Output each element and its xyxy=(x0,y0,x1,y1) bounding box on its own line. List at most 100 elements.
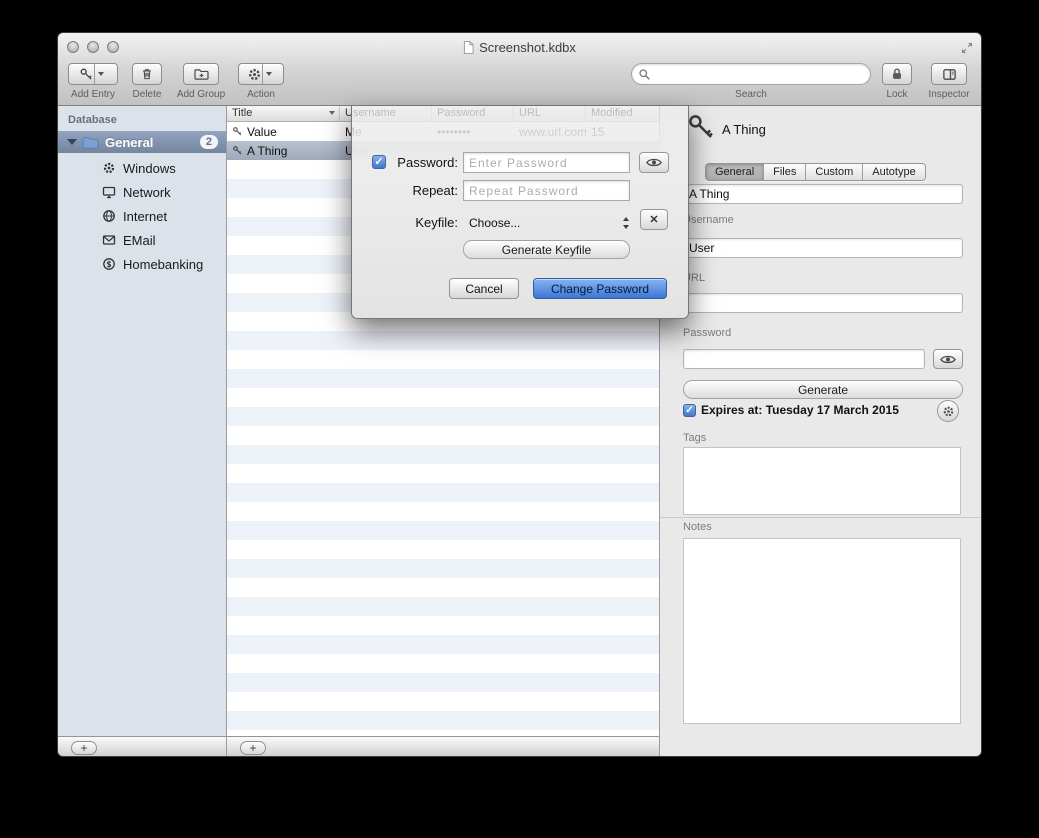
document-icon xyxy=(463,41,474,54)
tags-input[interactable] xyxy=(683,447,961,515)
toolbar-item-add-entry: Add Entry xyxy=(62,63,124,100)
add-entry-dropdown[interactable] xyxy=(94,64,107,84)
toolbar-item-action: Action xyxy=(234,63,288,100)
toolbar-item-search: Search xyxy=(631,63,871,100)
add-group-footer-button[interactable]: + xyxy=(71,741,97,755)
folder-plus-icon xyxy=(194,68,209,81)
notes-label: Notes xyxy=(683,521,712,533)
inspector-entry-title: A Thing xyxy=(722,122,766,137)
search-icon xyxy=(638,68,651,81)
stepper-arrows-icon xyxy=(622,216,630,230)
lock-button[interactable] xyxy=(882,63,912,85)
action-dropdown[interactable] xyxy=(262,64,275,84)
entry-title: A Thing xyxy=(247,144,287,158)
sheet-keyfile-label: Keyfile: xyxy=(388,212,458,233)
sidebar-item-label: Network xyxy=(123,185,171,200)
windows-gear-icon xyxy=(102,161,116,175)
keyfile-value: Choose... xyxy=(463,216,520,230)
column-header-title[interactable]: Title xyxy=(227,106,340,121)
toolbar-label: Add Entry xyxy=(62,89,124,100)
chevron-down-icon xyxy=(266,72,272,76)
disclosure-triangle-icon[interactable] xyxy=(67,139,77,145)
tab-files[interactable]: Files xyxy=(764,164,806,180)
notes-input[interactable] xyxy=(683,538,961,724)
change-password-button[interactable]: Change Password xyxy=(533,278,667,299)
sidebar-item-general[interactable]: General 2 xyxy=(58,131,226,153)
tab-autotype[interactable]: Autotype xyxy=(863,164,924,180)
add-group-button[interactable] xyxy=(183,63,219,85)
chevron-down-icon xyxy=(98,72,104,76)
sidebar-item-network[interactable]: Network xyxy=(58,180,226,204)
sidebar-item-label: Windows xyxy=(123,161,176,176)
key-icon xyxy=(79,67,94,82)
sidebar-item-label: Homebanking xyxy=(123,257,203,272)
toolbar-label: Lock xyxy=(870,89,924,100)
sort-indicator-icon xyxy=(329,111,335,115)
password-enable-checkbox[interactable]: ✓ xyxy=(372,155,386,169)
repeat-password-input[interactable] xyxy=(463,180,630,201)
tags-label: Tags xyxy=(683,432,706,444)
clear-keyfile-button[interactable]: ✕ xyxy=(640,209,668,230)
sidebar-item-label: EMail xyxy=(123,233,156,248)
app-window: Screenshot.kdbx Add Entry Delete xyxy=(57,32,982,757)
fullscreen-icon[interactable] xyxy=(960,41,974,55)
keyfile-popup[interactable]: Choose... xyxy=(463,212,630,233)
expires-text: Expires at: Tuesday 17 March 2015 xyxy=(701,403,899,417)
sheet-password-label: Password: xyxy=(388,152,458,173)
gear-icon xyxy=(942,405,955,418)
generate-keyfile-button[interactable]: Generate Keyfile xyxy=(463,240,630,259)
sheet-reveal-password-button[interactable] xyxy=(639,152,669,173)
sidebar-item-email[interactable]: EMail xyxy=(58,228,226,252)
new-password-input[interactable] xyxy=(463,152,630,173)
sidebar-item-internet[interactable]: Internet xyxy=(58,204,226,228)
sidebar-splitter[interactable] xyxy=(226,106,227,756)
globe-icon xyxy=(102,209,116,223)
sidebar: Database General 2 Windows Network Inter… xyxy=(58,106,226,736)
url-field[interactable] xyxy=(683,293,963,313)
inspector-button[interactable] xyxy=(931,63,967,85)
search-field[interactable] xyxy=(631,63,871,85)
sidebar-item-label: General xyxy=(105,135,153,150)
search-input[interactable] xyxy=(655,67,864,81)
username-label: Username xyxy=(683,214,734,226)
sidebar-section-header: Database xyxy=(58,106,226,131)
add-entry-button[interactable] xyxy=(68,63,118,85)
change-password-sheet: ✓ Password: Repeat: Keyfile: Choose... ✕… xyxy=(351,106,689,319)
tab-general[interactable]: General xyxy=(706,164,764,180)
eye-icon xyxy=(646,157,662,168)
inspector-tabs: General Files Custom Autotype xyxy=(705,163,926,181)
toolbar-label: Inspector xyxy=(918,89,980,100)
sidebar-item-homebanking[interactable]: Homebanking xyxy=(58,252,226,276)
column-label: Title xyxy=(232,107,252,119)
tab-custom[interactable]: Custom xyxy=(806,164,863,180)
reveal-password-button[interactable] xyxy=(933,349,963,369)
desktop-background: Screenshot.kdbx Add Entry Delete xyxy=(0,0,1039,838)
envelope-icon xyxy=(102,233,116,247)
username-field[interactable] xyxy=(683,238,963,258)
sheet-repeat-label: Repeat: xyxy=(388,180,458,201)
toolbar-item-delete: Delete xyxy=(122,63,172,100)
generate-password-button[interactable]: Generate xyxy=(683,380,963,399)
add-entry-footer-button[interactable]: + xyxy=(240,741,266,755)
inspector-panel-icon xyxy=(942,67,957,82)
title-field[interactable] xyxy=(683,184,963,204)
window-title: Screenshot.kdbx xyxy=(479,40,576,55)
expires-checkbox[interactable]: ✓ xyxy=(683,404,696,417)
sidebar-item-windows[interactable]: Windows xyxy=(58,156,226,180)
expires-gear-button[interactable] xyxy=(937,400,959,422)
action-button[interactable] xyxy=(238,63,284,85)
toolbar-label: Add Group xyxy=(170,89,232,100)
sidebar-item-label: Internet xyxy=(123,209,167,224)
trash-icon xyxy=(140,67,154,81)
toolbar-label: Search xyxy=(631,89,871,100)
lock-icon xyxy=(890,67,904,81)
password-field[interactable] xyxy=(683,349,925,369)
cancel-button[interactable]: Cancel xyxy=(449,278,519,299)
inspector-divider xyxy=(660,517,982,518)
key-icon xyxy=(232,145,243,156)
entry-title: Value xyxy=(247,125,277,139)
delete-button[interactable] xyxy=(132,63,162,85)
toolbar-item-lock: Lock xyxy=(870,63,924,100)
key-icon xyxy=(686,112,716,142)
toolbar-label: Action xyxy=(234,89,288,100)
